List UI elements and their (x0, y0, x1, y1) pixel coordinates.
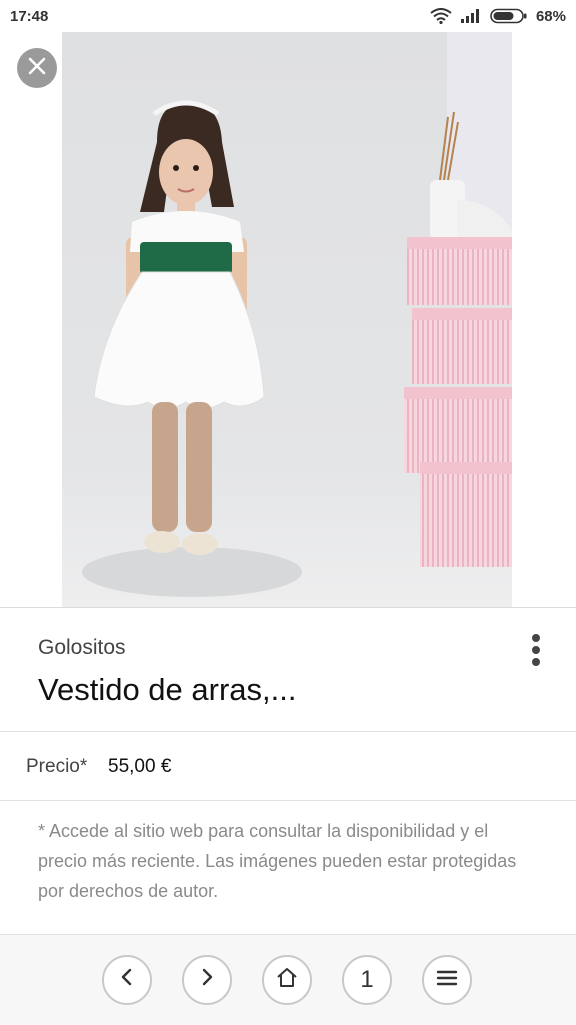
tabs-count: 1 (360, 966, 374, 993)
back-button[interactable] (102, 955, 152, 1005)
menu-button[interactable] (422, 955, 472, 1005)
forward-button[interactable] (182, 955, 232, 1005)
close-icon (27, 56, 47, 81)
status-icons: 68% (430, 8, 566, 25)
divider (0, 800, 576, 801)
image-viewer (0, 32, 576, 607)
battery-icon (490, 8, 528, 24)
battery-percent: 68% (535, 7, 566, 25)
close-button[interactable] (17, 48, 57, 88)
chevron-right-icon (198, 966, 216, 994)
chevron-left-icon (118, 966, 136, 994)
tabs-button[interactable]: 1 (342, 955, 392, 1005)
wifi-icon (430, 8, 452, 24)
divider (0, 731, 576, 732)
product-info-card: Golositos Vestido de arras,... Precio* 5… (0, 607, 576, 935)
more-vertical-icon (532, 658, 540, 666)
product-title[interactable]: Vestido de arras,... (38, 672, 296, 708)
home-button[interactable] (262, 955, 312, 1005)
seller-name[interactable]: Golositos (38, 636, 126, 660)
status-bar: 17:48 68% (0, 0, 576, 32)
more-vertical-icon (532, 646, 540, 654)
menu-icon (436, 966, 458, 994)
signal-icon (460, 8, 482, 24)
product-photo (62, 32, 512, 607)
status-time: 17:48 (10, 7, 49, 25)
price-value: 55,00 € (108, 756, 172, 777)
browser-bottom-nav: 1 (0, 934, 576, 1025)
price-label: Precio* (26, 756, 88, 777)
disclaimer-text: * Accede al sitio web para consultar la … (38, 821, 517, 901)
home-icon (275, 966, 299, 995)
more-vertical-icon (532, 634, 540, 642)
more-options-button[interactable] (522, 632, 550, 668)
